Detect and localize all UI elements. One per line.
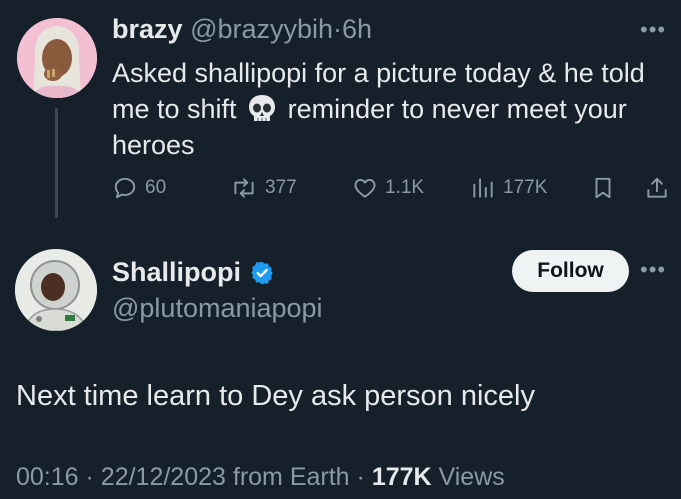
like-button[interactable]: 1.1K xyxy=(352,172,424,204)
follow-button[interactable]: Follow xyxy=(512,250,629,292)
avatar-image xyxy=(15,249,97,331)
analytics-icon xyxy=(473,178,493,198)
parent-display-name[interactable]: brazy xyxy=(112,14,183,44)
verified-badge-icon xyxy=(251,261,273,284)
tweet-meta: 00:16 · 22/12/2023 from Earth · 177K Vie… xyxy=(16,463,505,492)
tweet-views-label: Views xyxy=(438,463,505,491)
parent-handle[interactable]: @brazyybih xyxy=(190,14,333,44)
tweet-views-count[interactable]: 177K xyxy=(372,463,432,491)
parent-tweet-header: brazy @brazyybih·6h xyxy=(112,14,372,45)
reply-button[interactable]: 60 xyxy=(112,172,166,204)
parent-tweet-actions: 60 377 1.1K 177K xyxy=(112,172,672,204)
bookmark-icon xyxy=(595,177,611,199)
parent-time-ago[interactable]: 6h xyxy=(342,14,372,44)
more-horizontal-icon[interactable]: ••• xyxy=(640,17,666,43)
bookmark-button[interactable] xyxy=(590,172,616,204)
tweet-time[interactable]: 00:16 xyxy=(16,463,79,491)
avatar-image xyxy=(17,18,97,98)
parent-tweet-text: Asked shallipopi for a picture today & h… xyxy=(112,55,672,163)
thread-connector-line xyxy=(55,108,58,218)
views-button[interactable]: 177K xyxy=(470,172,547,204)
views-count: 177K xyxy=(503,177,548,198)
focused-tweet-text: Next time learn to Dey ask person nicely xyxy=(16,380,535,412)
reply-count: 60 xyxy=(145,177,167,198)
focused-tweet-name-row: Shallipopi xyxy=(112,257,275,288)
reply-icon xyxy=(114,177,136,199)
meta-dot: · xyxy=(85,463,94,491)
tweet-date[interactable]: 22/12/2023 xyxy=(101,463,226,491)
share-button[interactable] xyxy=(644,172,670,204)
tweet-source: from Earth xyxy=(232,463,350,491)
header-separator: · xyxy=(333,14,343,44)
retweet-button[interactable]: 377 xyxy=(230,172,297,204)
retweet-count: 377 xyxy=(265,177,297,198)
heart-icon xyxy=(354,178,376,198)
focused-handle[interactable]: @plutomaniapopi xyxy=(112,293,323,324)
more-horizontal-icon[interactable]: ••• xyxy=(640,257,666,283)
focused-display-name[interactable]: Shallipopi xyxy=(112,257,241,288)
share-icon xyxy=(647,177,667,198)
skull-emoji xyxy=(248,94,276,124)
like-count: 1.1K xyxy=(385,177,425,198)
brazy-avatar[interactable] xyxy=(17,18,97,98)
shallipopi-avatar[interactable] xyxy=(15,249,97,331)
retweet-icon xyxy=(234,178,254,198)
meta-dot: · xyxy=(356,463,365,491)
